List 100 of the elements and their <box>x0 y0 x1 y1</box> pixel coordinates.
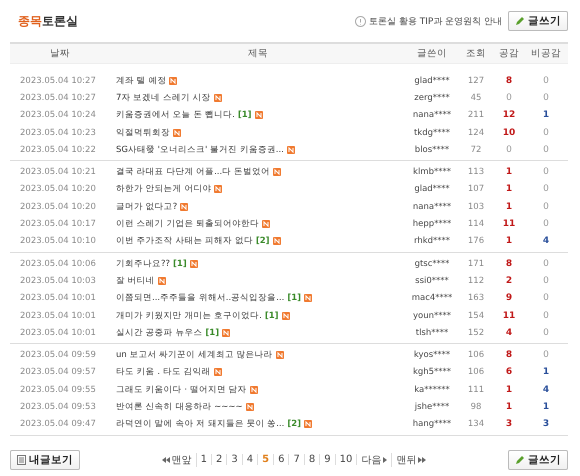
write-button[interactable]: 글쓰기 <box>508 11 568 31</box>
post-date: 2023.05.04 10:01 <box>19 293 97 304</box>
new-icon <box>254 111 262 120</box>
view-count: 171 <box>466 258 486 269</box>
post-date: 2023.05.04 10:22 <box>19 144 97 155</box>
post-title-link[interactable]: SG사태發 '오너리스크' 불거진 키움증권... <box>116 144 284 156</box>
new-icon <box>214 368 222 376</box>
page-link[interactable]: 2 <box>212 454 228 466</box>
disagree-count: 0 <box>542 144 550 155</box>
disagree-count: 3 <box>542 419 550 430</box>
page-link[interactable]: 3 <box>227 454 243 466</box>
post-date: 2023.05.04 09:57 <box>19 367 97 378</box>
post-author: glad**** <box>413 184 451 194</box>
post-date: 2023.05.04 10:03 <box>19 276 97 286</box>
agree-count: 11 <box>502 310 516 320</box>
column-header: 날짜 <box>49 47 71 60</box>
pencil-icon <box>514 454 525 465</box>
agree-count: 3 <box>504 419 514 430</box>
post-title-link[interactable]: 익절먹튀회장 <box>116 126 170 139</box>
agree-count: 11 <box>502 219 516 230</box>
double-left-icon <box>162 456 170 463</box>
write-button[interactable]: 글쓰기 <box>508 450 568 470</box>
view-count: 72 <box>470 144 482 155</box>
new-icon <box>214 185 222 194</box>
post-title-link[interactable]: 하한가 안되는게 어디야 <box>116 183 212 196</box>
disagree-count: 4 <box>542 236 550 246</box>
post-date: 2023.05.04 10:20 <box>19 202 97 212</box>
agree-count: 9 <box>504 293 514 304</box>
post-title-link[interactable]: 글머가 없다고? <box>116 200 178 213</box>
post-title-link[interactable]: 이쯤되면...주주들을 위해서..공식입장을... <box>116 292 284 304</box>
page-link[interactable]: 1 <box>196 454 212 466</box>
new-icon <box>262 220 270 228</box>
view-count: 134 <box>466 419 486 430</box>
agree-count: 1 <box>504 402 514 412</box>
view-count: 124 <box>466 128 486 138</box>
new-icon <box>169 76 178 85</box>
post-author: hang**** <box>412 419 452 430</box>
post-date: 2023.05.04 10:27 <box>19 92 97 103</box>
post-title-link[interactable]: 그래도 키움이다 · 떨어지면 담자 <box>116 384 247 396</box>
next-page-link[interactable]: 다음 <box>357 452 392 467</box>
post-author: jshe**** <box>414 402 450 412</box>
post-title-link[interactable]: 계좌 텔 예정 <box>116 74 166 87</box>
agree-count: 6 <box>504 367 514 378</box>
agree-count: 1 <box>504 184 514 194</box>
post-author: youn**** <box>412 310 452 320</box>
post-author: gtsc**** <box>414 258 450 269</box>
post-author: tlsh**** <box>414 328 450 338</box>
column-header: 제목 <box>247 47 269 60</box>
comment-count: [1] <box>264 310 278 320</box>
post-title-link[interactable]: un 보고서 싸기꾼이 세계최고 많은나라 <box>116 349 273 362</box>
first-page-link[interactable]: 맨앞 <box>158 452 197 467</box>
post-title-link[interactable]: 잘 버티네 <box>116 274 155 287</box>
page-link[interactable]: 7 <box>289 454 305 466</box>
disagree-count: 0 <box>542 76 550 86</box>
post-title-link[interactable]: 반여론 신속히 대응하라 ~~~~ <box>116 400 243 413</box>
view-count: 112 <box>466 276 486 286</box>
my-posts-button[interactable]: 내글보기 <box>10 450 80 470</box>
comment-count: [1] <box>287 293 302 304</box>
agree-count: 1 <box>504 202 514 212</box>
new-icon <box>304 420 312 428</box>
page-link[interactable]: 6 <box>274 454 290 466</box>
disagree-count: 0 <box>542 92 550 103</box>
agree-count: 0 <box>505 144 513 155</box>
new-icon <box>276 351 284 360</box>
post-date: 2023.05.04 09:59 <box>19 350 97 360</box>
new-icon <box>272 168 281 176</box>
page-link[interactable]: 9 <box>320 454 336 466</box>
post-title-link[interactable]: 이런 스레기 기업은 퇴출되어야한다 <box>116 218 260 230</box>
post-title-link[interactable]: 개미가 키웠지만 개미는 호구이었다. <box>116 310 262 322</box>
post-title-link[interactable]: 라덕연이 말에 속아 저 돼지들은 뭇이 쏭... <box>116 418 284 430</box>
post-date: 2023.05.04 10:10 <box>19 236 97 246</box>
agree-count: 0 <box>505 92 513 103</box>
post-title-link[interactable]: 기회주나요?? <box>116 258 170 270</box>
new-icon <box>272 237 280 246</box>
page-link[interactable]: 4 <box>242 454 258 466</box>
post-title-link[interactable]: 7자 보겠네 스레기 시장 <box>116 92 211 104</box>
post-title-link[interactable]: 실시간 공중파 뉴우스 <box>116 326 202 339</box>
post-title-link[interactable]: 키움증권에서 오늘 돈 뻅니다. <box>116 109 235 122</box>
view-count: 98 <box>470 402 482 412</box>
agree-count: 1 <box>504 236 514 246</box>
agree-count: 12 <box>502 110 516 120</box>
pencil-icon <box>515 16 525 26</box>
new-icon <box>158 276 166 285</box>
post-title-link[interactable]: 결국 라대표 다단계 어플...다 돈벌었어 <box>116 166 270 178</box>
post-date: 2023.05.04 10:27 <box>19 76 97 86</box>
post-author: ssi0**** <box>414 276 450 286</box>
comment-count: [1] <box>238 110 252 120</box>
disagree-count: 0 <box>542 184 550 194</box>
page-link[interactable]: 10 <box>336 454 358 466</box>
disagree-count: 1 <box>542 402 550 412</box>
last-page-link[interactable]: 맨뒤 <box>392 452 430 467</box>
agree-count: 10 <box>502 128 516 138</box>
agree-count: 2 <box>504 276 514 286</box>
post-title-link[interactable]: 타도 키움 . 타도 김익래 <box>116 366 211 378</box>
board-title: 토론실 <box>42 12 78 30</box>
post-title-link[interactable]: 이번 주가조작 사태는 피해자 없다 <box>116 235 253 248</box>
right-icon <box>383 456 388 463</box>
page-link[interactable]: 8 <box>304 454 320 466</box>
new-icon <box>173 128 181 137</box>
tip-link[interactable]: 토론실 활용 TIP과 운영원칙 안내 <box>354 14 502 28</box>
